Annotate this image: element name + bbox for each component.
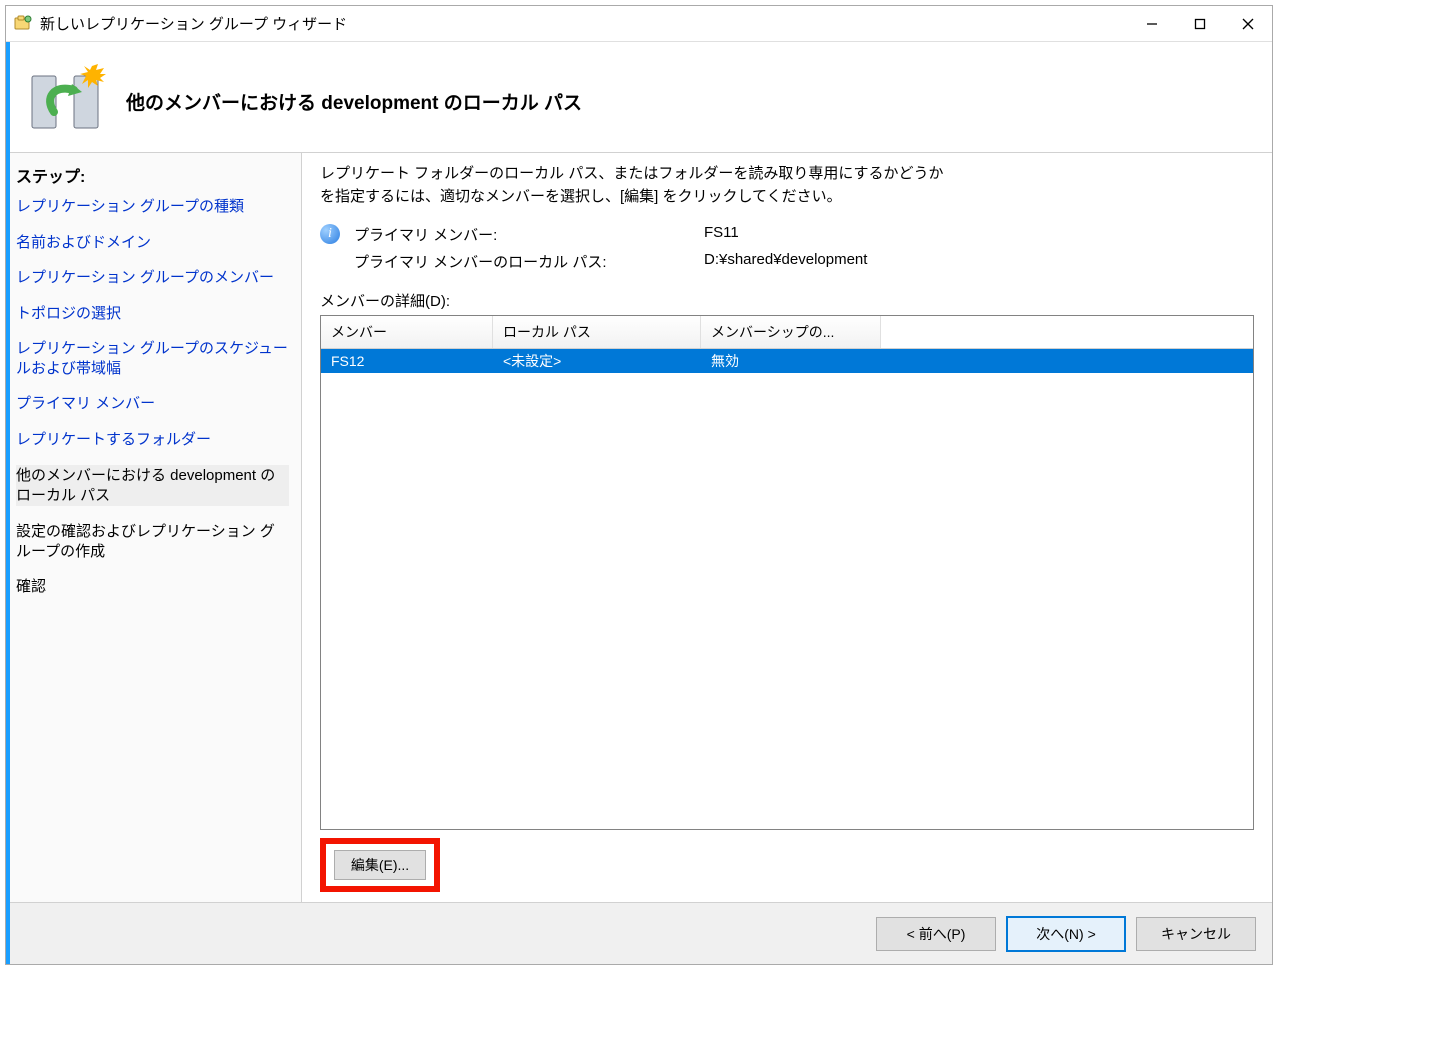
step-item[interactable]: 名前およびドメイン	[16, 233, 289, 253]
step-item[interactable]: レプリケーション グループのメンバー	[16, 268, 289, 288]
step-item: 確認	[16, 577, 289, 597]
page-title: 他のメンバーにおける development のローカル パス	[126, 88, 582, 115]
col-local-path[interactable]: ローカル パス	[493, 316, 701, 348]
edit-highlight: 編集(E)...	[320, 838, 440, 892]
titlebar-left: 新しいレプリケーション グループ ウィザード	[14, 13, 347, 34]
primary-path-label: プライマリ メンバーのローカル パス:	[354, 251, 704, 272]
step-item[interactable]: トポロジの選択	[16, 304, 289, 324]
step-item[interactable]: レプリケートするフォルダー	[16, 430, 289, 450]
maximize-button[interactable]	[1176, 6, 1224, 42]
wizard-content: レプリケート フォルダーのローカル パス、またはフォルダーを読み取り専用にするか…	[302, 152, 1272, 902]
app-icon	[14, 15, 32, 33]
info-icon: i	[320, 224, 340, 244]
wizard-footer: < 前へ(P) 次へ(N) > キャンセル	[6, 902, 1272, 964]
back-button[interactable]: < 前へ(P)	[876, 917, 996, 951]
minimize-button[interactable]	[1128, 6, 1176, 42]
instructions-text: レプリケート フォルダーのローカル パス、またはフォルダーを読み取り専用にするか…	[320, 163, 1254, 208]
edit-button-row: 編集(E)...	[320, 838, 1254, 892]
titlebar: 新しいレプリケーション グループ ウィザード	[6, 6, 1272, 42]
wizard-hero-icon	[24, 60, 106, 142]
cell-member: FS12	[321, 353, 493, 369]
wizard-window: 新しいレプリケーション グループ ウィザード 他のメンバーにおける de	[5, 5, 1273, 965]
cancel-button[interactable]: キャンセル	[1136, 917, 1256, 951]
step-item: 設定の確認およびレプリケーション グループの作成	[16, 522, 289, 561]
primary-info-table: プライマリ メンバー: FS11 プライマリ メンバーのローカル パス: D:¥…	[354, 224, 867, 272]
edit-button[interactable]: 編集(E)...	[334, 850, 426, 880]
next-button[interactable]: 次へ(N) >	[1006, 916, 1126, 952]
wizard-body: ステップ: レプリケーション グループの種類名前およびドメインレプリケーション …	[6, 152, 1272, 902]
col-membership[interactable]: メンバーシップの...	[701, 316, 881, 348]
primary-member-label: プライマリ メンバー:	[354, 224, 704, 245]
listview-body: FS12<未設定>無効	[321, 349, 1253, 829]
cell-local-path: <未設定>	[493, 351, 701, 371]
primary-member-value: FS11	[704, 224, 867, 245]
window-controls	[1128, 6, 1272, 42]
col-member[interactable]: メンバー	[321, 316, 493, 348]
listview-header: メンバー ローカル パス メンバーシップの...	[321, 316, 1253, 349]
accent-strip	[6, 42, 10, 964]
page-header: 他のメンバーにおける development のローカル パス	[6, 42, 1272, 152]
step-item[interactable]: レプリケーション グループのスケジュールおよび帯域幅	[16, 339, 289, 378]
primary-path-value: D:¥shared¥development	[704, 251, 867, 272]
member-detail-label: メンバーの詳細(D):	[320, 290, 1254, 311]
close-button[interactable]	[1224, 6, 1272, 42]
primary-info: i プライマリ メンバー: FS11 プライマリ メンバーのローカル パス: D…	[320, 224, 1254, 272]
cell-membership: 無効	[701, 351, 881, 371]
members-listview[interactable]: メンバー ローカル パス メンバーシップの... FS12<未設定>無効	[320, 315, 1254, 830]
step-item[interactable]: プライマリ メンバー	[16, 394, 289, 414]
step-item: 他のメンバーにおける development のローカル パス	[16, 465, 289, 506]
window-title: 新しいレプリケーション グループ ウィザード	[40, 13, 347, 34]
steps-heading: ステップ:	[16, 163, 289, 187]
member-row[interactable]: FS12<未設定>無効	[321, 349, 1253, 373]
step-item[interactable]: レプリケーション グループの種類	[16, 197, 289, 217]
steps-sidebar: ステップ: レプリケーション グループの種類名前およびドメインレプリケーション …	[6, 152, 302, 902]
